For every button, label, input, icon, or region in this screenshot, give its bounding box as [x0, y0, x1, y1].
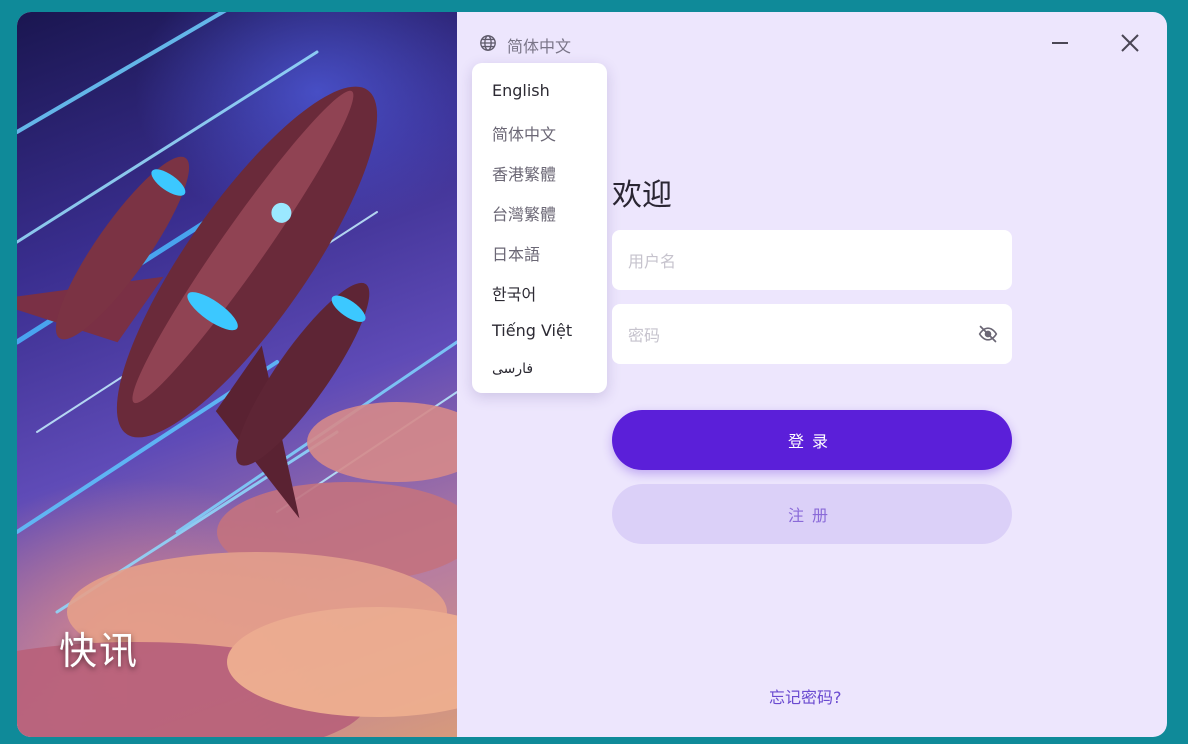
close-button[interactable]	[1117, 32, 1143, 58]
login-button[interactable]: 登录	[612, 410, 1012, 470]
language-option-zh-tw[interactable]: 台灣繁體	[492, 201, 556, 225]
language-option-english[interactable]: English	[492, 81, 550, 100]
hero-illustration: 快讯	[17, 12, 457, 737]
password-input[interactable]	[626, 304, 970, 366]
welcome-title: 欢迎	[612, 178, 672, 213]
language-option-zh-hk[interactable]: 香港繁體	[492, 161, 556, 185]
globe-icon	[479, 34, 507, 56]
language-dropdown: English 简体中文 香港繁體 台灣繁體 日本語 한국어 Tiếng Việ…	[472, 63, 607, 393]
minimize-icon	[1050, 33, 1070, 57]
language-selector[interactable]: 简体中文	[479, 34, 571, 56]
username-field	[612, 230, 1012, 292]
eye-off-icon[interactable]	[978, 324, 998, 348]
language-current: 简体中文	[507, 37, 572, 56]
language-option-fa[interactable]: فارسی	[492, 361, 533, 377]
register-button[interactable]: 注册	[612, 484, 1012, 544]
language-option-vi[interactable]: Tiếng Việt	[492, 321, 572, 340]
language-option-ja[interactable]: 日本語	[492, 241, 540, 265]
close-icon	[1120, 33, 1140, 57]
minimize-button[interactable]	[1047, 32, 1073, 58]
brand-title: 快讯	[59, 629, 140, 673]
language-option-ko[interactable]: 한국어	[492, 281, 536, 305]
forgot-password-link[interactable]: 忘记密码?	[769, 684, 842, 708]
password-field	[612, 304, 1012, 366]
language-option-zh-cn[interactable]: 简体中文	[492, 121, 556, 145]
username-input[interactable]	[626, 230, 970, 292]
login-window: 快讯 简体中文 English 简体中文 香港繁體 台灣繁體 日本語 한국어 T…	[17, 12, 1167, 737]
